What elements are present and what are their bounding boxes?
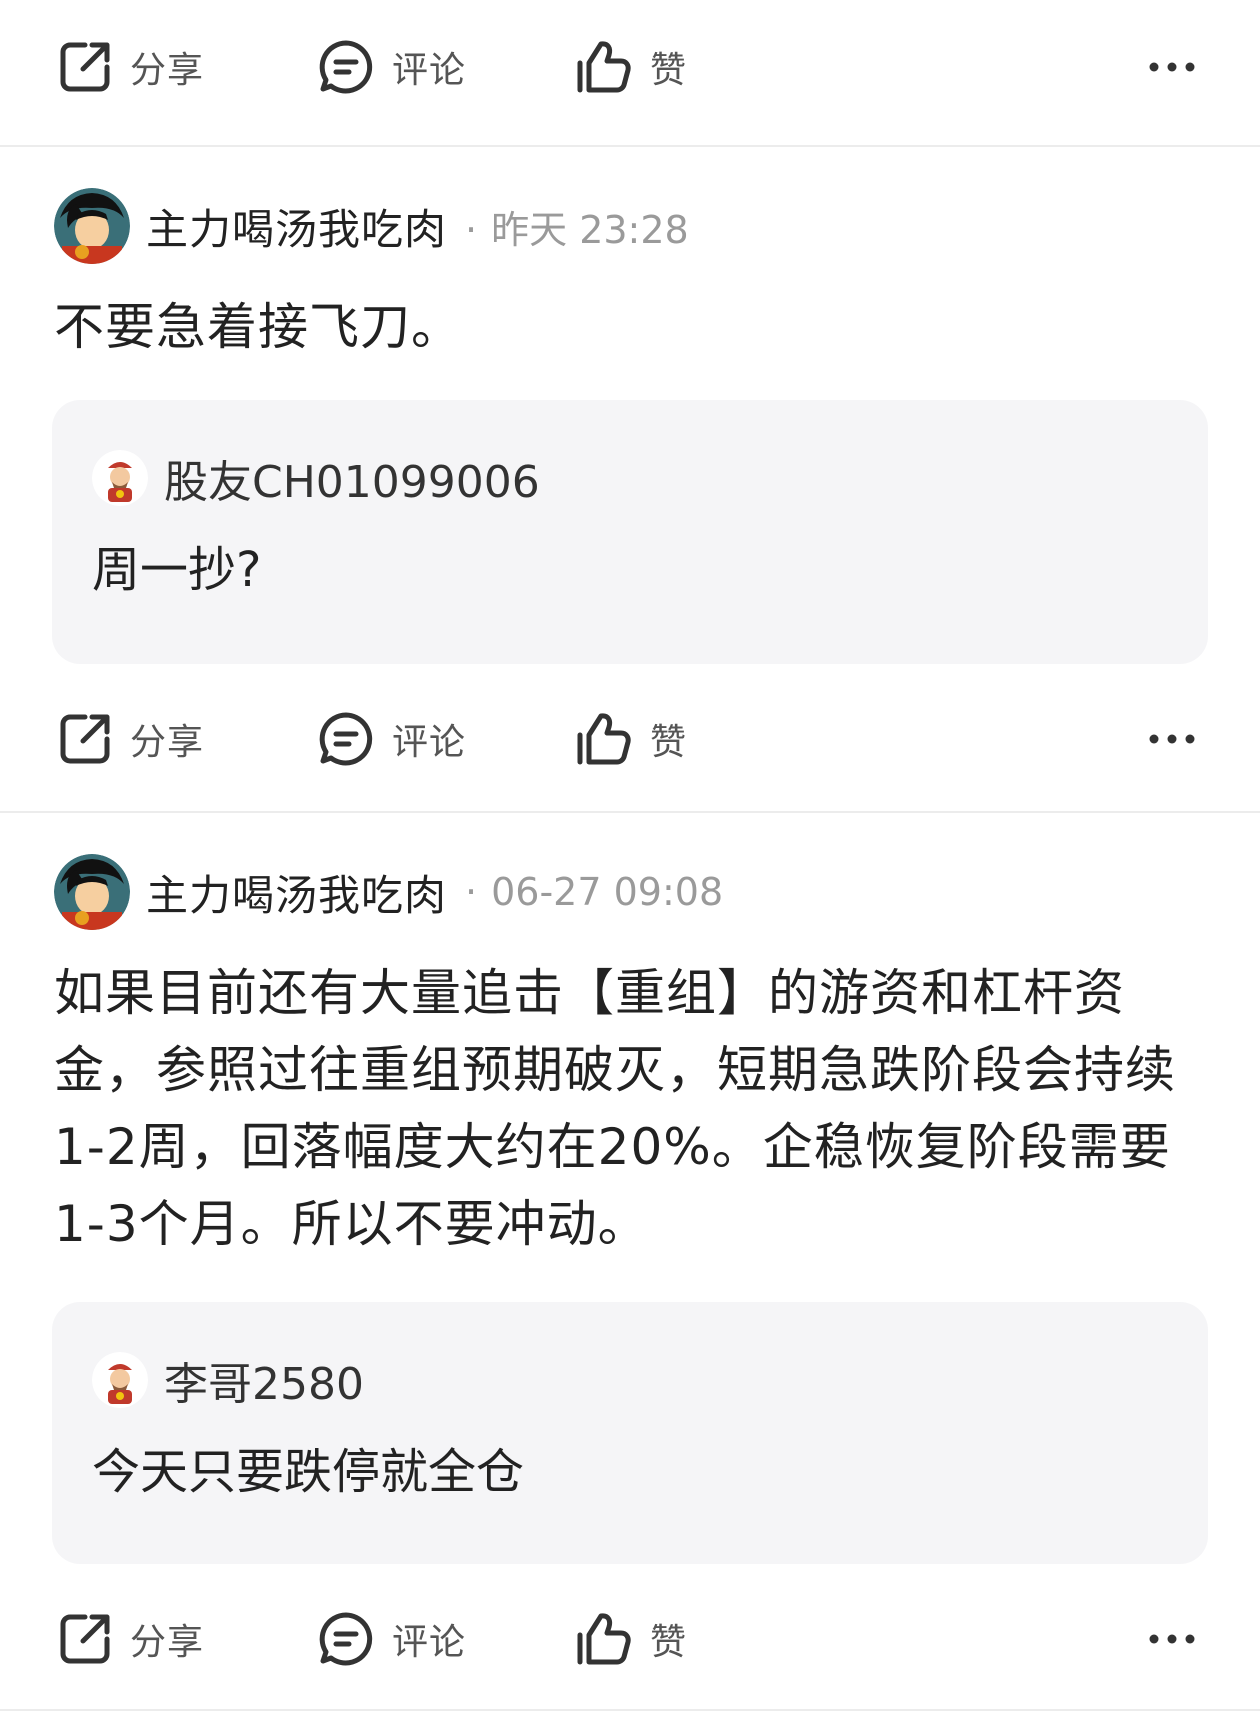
meta-separator: · — [465, 870, 478, 914]
share-button[interactable]: 分享 — [58, 679, 204, 799]
author-name[interactable]: 主力喝汤我吃肉 — [146, 862, 447, 923]
post-time: 昨天 23:28 — [491, 207, 689, 252]
more-button[interactable] — [1148, 7, 1196, 127]
share-button[interactable]: 分享 — [58, 1579, 204, 1699]
quoted-username: 股友CH01099006 — [164, 457, 540, 508]
like-button[interactable]: 赞 — [576, 7, 687, 127]
comment-label: 评论 — [392, 1622, 467, 1663]
quoted-comment[interactable]: 李哥2580 今天只要跌停就全仓 — [52, 1302, 1208, 1564]
quoted-comment[interactable]: 股友CH01099006 周一抄? — [52, 400, 1208, 664]
quoted-username: 李哥2580 — [164, 1359, 364, 1410]
post-header: 主力喝汤我吃肉 · 06-27 09:08 — [54, 852, 723, 932]
action-bar: 分享 评论 赞 — [0, 1579, 1260, 1699]
comment-button[interactable]: 评论 — [318, 7, 466, 127]
quoted-text: 周一抄? — [92, 542, 262, 598]
post-header: 主力喝汤我吃肉 · 昨天 23:28 — [54, 186, 689, 266]
more-dots-icon — [1148, 1633, 1196, 1645]
post-body: 不要急着接飞刀。 — [54, 298, 462, 356]
more-button[interactable] — [1148, 1579, 1196, 1699]
divider — [0, 1709, 1260, 1711]
share-label: 分享 — [130, 722, 205, 763]
action-bar: 分享 评论 赞 — [0, 7, 1260, 127]
comment-icon — [318, 1611, 374, 1667]
quoted-avatar — [92, 450, 148, 506]
thumbs-up-icon — [576, 1611, 632, 1667]
share-label: 分享 — [130, 50, 205, 91]
post-time: 06-27 09:08 — [491, 870, 724, 914]
meta-separator: · — [465, 207, 478, 252]
author-name[interactable]: 主力喝汤我吃肉 — [146, 196, 447, 257]
post-meta: · 昨天 23:28 — [465, 199, 689, 254]
like-button[interactable]: 赞 — [576, 679, 687, 799]
share-icon — [58, 1612, 112, 1666]
thumbs-up-icon — [576, 39, 632, 95]
action-bar: 分享 评论 赞 — [0, 679, 1260, 799]
quoted-text: 今天只要跌停就全仓 — [92, 1444, 525, 1500]
divider — [0, 145, 1260, 147]
post-body: 如果目前还有大量追击【重组】的游资和杠杆资金，参照过往重组预期破灭，短期急跌阶段… — [54, 964, 1176, 1253]
comment-label: 评论 — [392, 50, 467, 91]
share-label: 分享 — [130, 1622, 205, 1663]
quoted-user: 股友CH01099006 — [92, 446, 540, 510]
like-button[interactable]: 赞 — [576, 1579, 687, 1699]
share-icon — [58, 40, 112, 94]
thumbs-up-icon — [576, 711, 632, 767]
share-icon — [58, 712, 112, 766]
like-label: 赞 — [650, 722, 688, 763]
comment-icon — [318, 39, 374, 95]
quoted-avatar — [92, 1352, 148, 1408]
quoted-user: 李哥2580 — [92, 1348, 364, 1412]
comment-button[interactable]: 评论 — [318, 1579, 466, 1699]
more-button[interactable] — [1148, 679, 1196, 799]
comment-button[interactable]: 评论 — [318, 679, 466, 799]
share-button[interactable]: 分享 — [58, 7, 204, 127]
more-dots-icon — [1148, 733, 1196, 745]
comment-icon — [318, 711, 374, 767]
more-dots-icon — [1148, 61, 1196, 73]
like-label: 赞 — [650, 1622, 688, 1663]
divider — [0, 811, 1260, 813]
avatar[interactable] — [54, 854, 130, 930]
avatar[interactable] — [54, 188, 130, 264]
comment-label: 评论 — [392, 722, 467, 763]
like-label: 赞 — [650, 50, 688, 91]
post-meta: · 06-27 09:08 — [465, 870, 723, 914]
